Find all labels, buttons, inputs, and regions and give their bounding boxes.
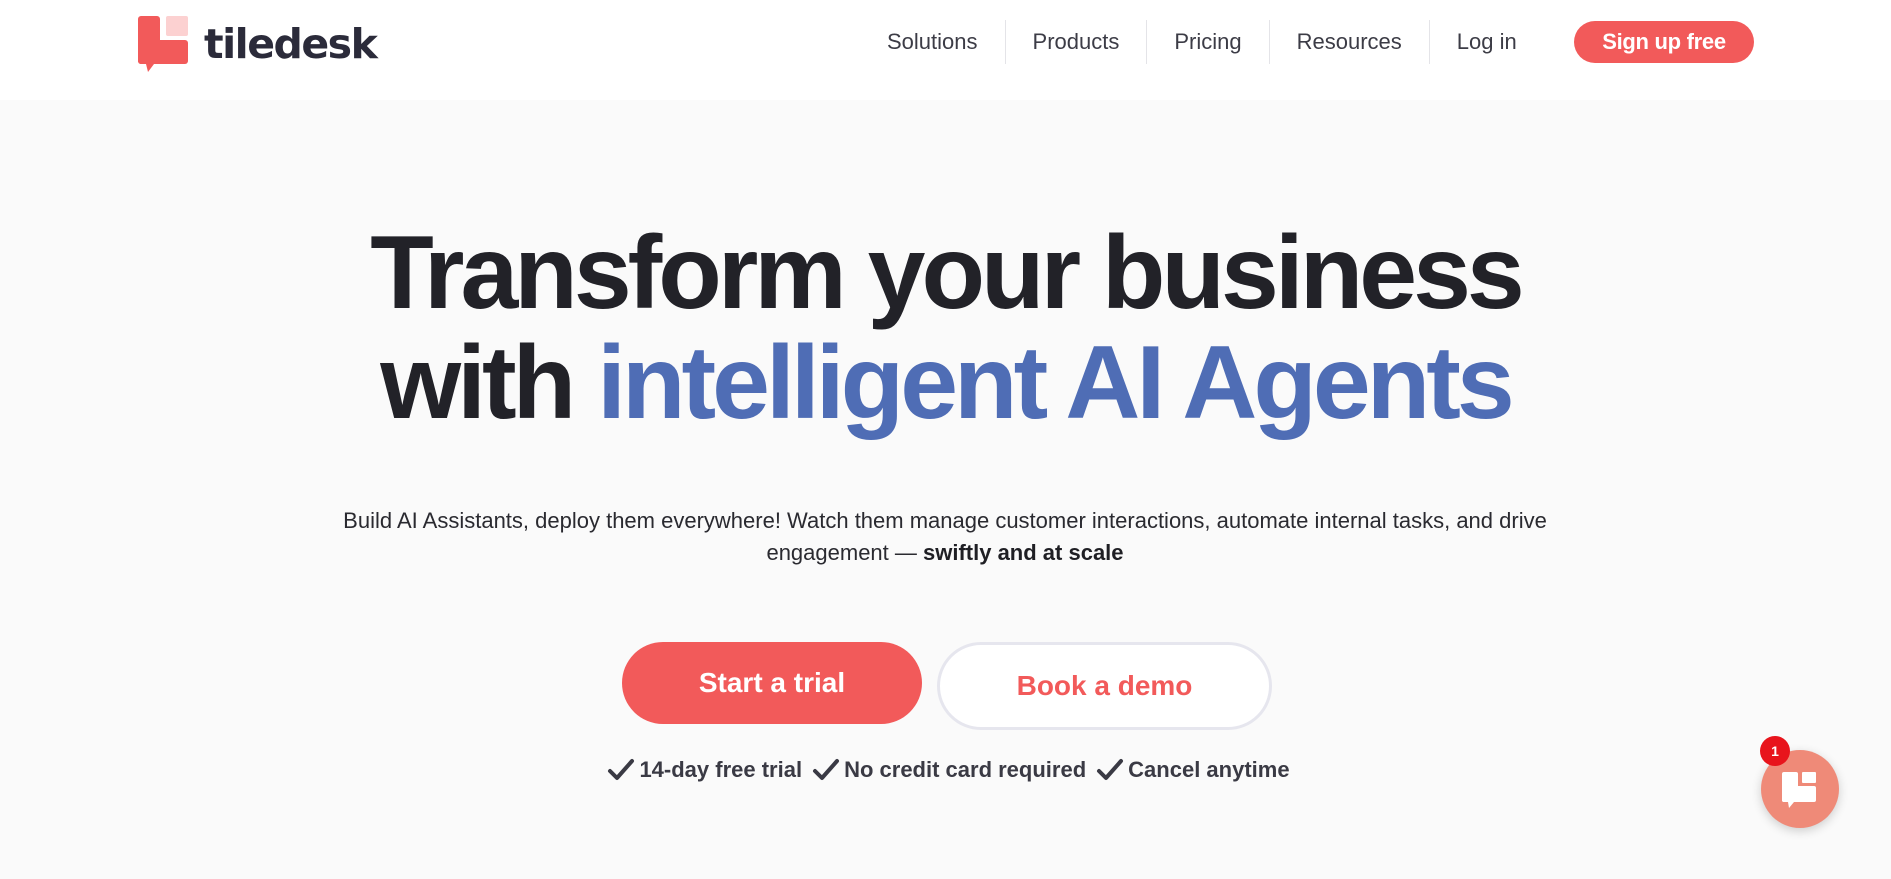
hero-title-line1: Transform your business — [370, 215, 1525, 331]
signup-button[interactable]: Sign up free — [1574, 21, 1754, 63]
start-trial-button[interactable]: Start a trial — [622, 642, 922, 724]
nav-item-resources[interactable]: Resources — [1270, 20, 1430, 64]
hero-title: Transform your business with intelligent… — [0, 218, 1891, 438]
perks-list: 14-day free trial No credit card require… — [0, 757, 1891, 783]
perk-label: 14-day free trial — [639, 757, 803, 782]
tiledesk-logo-icon — [138, 16, 188, 72]
hero-subtitle-bold: swiftly and at scale — [923, 540, 1124, 565]
site-header: tiledesk Solutions Products Pricing Reso… — [0, 0, 1891, 100]
checkmark-icon — [1097, 759, 1124, 780]
book-demo-button[interactable]: Book a demo — [937, 642, 1272, 730]
nav-item-products[interactable]: Products — [1006, 20, 1148, 64]
perk-item: 14-day free trial — [607, 757, 802, 783]
hero-title-line2-prefix: with — [380, 325, 598, 441]
brand-name: tiledesk — [204, 20, 378, 68]
hero-title-accent: intelligent AI Agents — [597, 325, 1515, 441]
nav-item-pricing[interactable]: Pricing — [1147, 20, 1270, 64]
perk-label: No credit card required — [844, 757, 1087, 782]
perk-item: Cancel anytime — [1096, 757, 1290, 783]
brand-logo[interactable]: tiledesk — [138, 14, 378, 74]
perk-item: No credit card required — [812, 757, 1086, 783]
chat-logo-icon — [1782, 772, 1816, 808]
nav-item-solutions[interactable]: Solutions — [860, 20, 1006, 64]
login-link[interactable]: Log in — [1430, 29, 1544, 55]
main-nav: Solutions Products Pricing Resources Log… — [860, 20, 1544, 64]
hero-subtitle: Build AI Assistants, deploy them everywh… — [300, 505, 1590, 569]
checkmark-icon — [813, 759, 840, 780]
chat-notification-badge: 1 — [1760, 736, 1790, 766]
perk-label: Cancel anytime — [1128, 757, 1290, 782]
checkmark-icon — [608, 759, 635, 780]
